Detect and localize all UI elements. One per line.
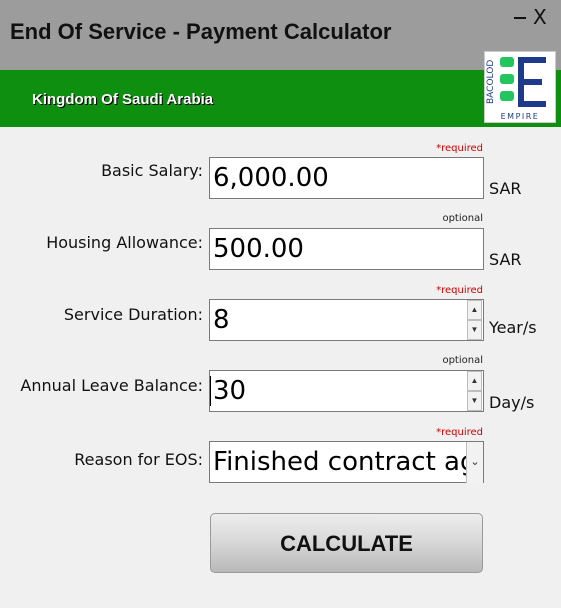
basic-salary-input[interactable]: 6,000.00 [209, 157, 484, 199]
chevron-down-icon[interactable]: ⌄ [466, 442, 483, 483]
annual-leave-unit: Day/s [489, 393, 535, 412]
annual-leave-input[interactable]: 30 [209, 370, 484, 412]
reason-hint: *required [436, 427, 483, 438]
housing-allowance-hint: optional [442, 213, 483, 224]
country-label: Kingdom Of Saudi Arabia [32, 91, 214, 108]
basic-salary-unit: SAR [489, 179, 522, 198]
minimize-button[interactable] [513, 8, 527, 22]
reason-selected-value: Finished contract agreement [213, 447, 483, 477]
text-cursor [210, 376, 211, 406]
housing-allowance-input[interactable]: 500.00 [209, 228, 484, 270]
logo-bottom-text: EMPIRE [501, 112, 540, 121]
minimize-icon [514, 17, 526, 19]
basic-salary-hint: *required [436, 143, 483, 154]
chevron-down-icon[interactable]: ▼ [467, 320, 482, 340]
housing-allowance-label: Housing Allowance: [46, 233, 203, 252]
logo-vertical-text: BACOLOD [486, 60, 496, 104]
service-duration-hint: *required [436, 285, 483, 296]
service-duration-spinner[interactable]: ▲ ▼ [467, 300, 482, 341]
chevron-up-icon[interactable]: ▲ [467, 300, 482, 320]
annual-leave-spinner[interactable]: ▲ ▼ [467, 371, 482, 412]
annual-leave-hint: optional [442, 355, 483, 366]
service-duration-label: Service Duration: [63, 305, 203, 324]
reason-select[interactable]: Finished contract agreement [209, 441, 484, 483]
housing-allowance-unit: SAR [489, 250, 522, 269]
calculate-button[interactable]: CALCULATE [210, 513, 483, 573]
service-duration-unit: Year/s [489, 318, 537, 337]
close-button[interactable]: X [533, 7, 547, 27]
annual-leave-label: Annual Leave Balance: [20, 376, 203, 395]
chevron-down-icon[interactable]: ▼ [467, 391, 482, 411]
reason-label: Reason for EOS: [74, 450, 203, 469]
service-duration-input[interactable]: 8 [209, 299, 484, 341]
bacolod-empire-logo: BACOLOD EMPIRE [484, 51, 556, 123]
window-title: End Of Service - Payment Calculator [10, 19, 392, 44]
chevron-up-icon[interactable]: ▲ [467, 371, 482, 391]
basic-salary-label: Basic Salary: [101, 161, 203, 180]
logo-graphic: BACOLOD EMPIRE [486, 57, 546, 121]
